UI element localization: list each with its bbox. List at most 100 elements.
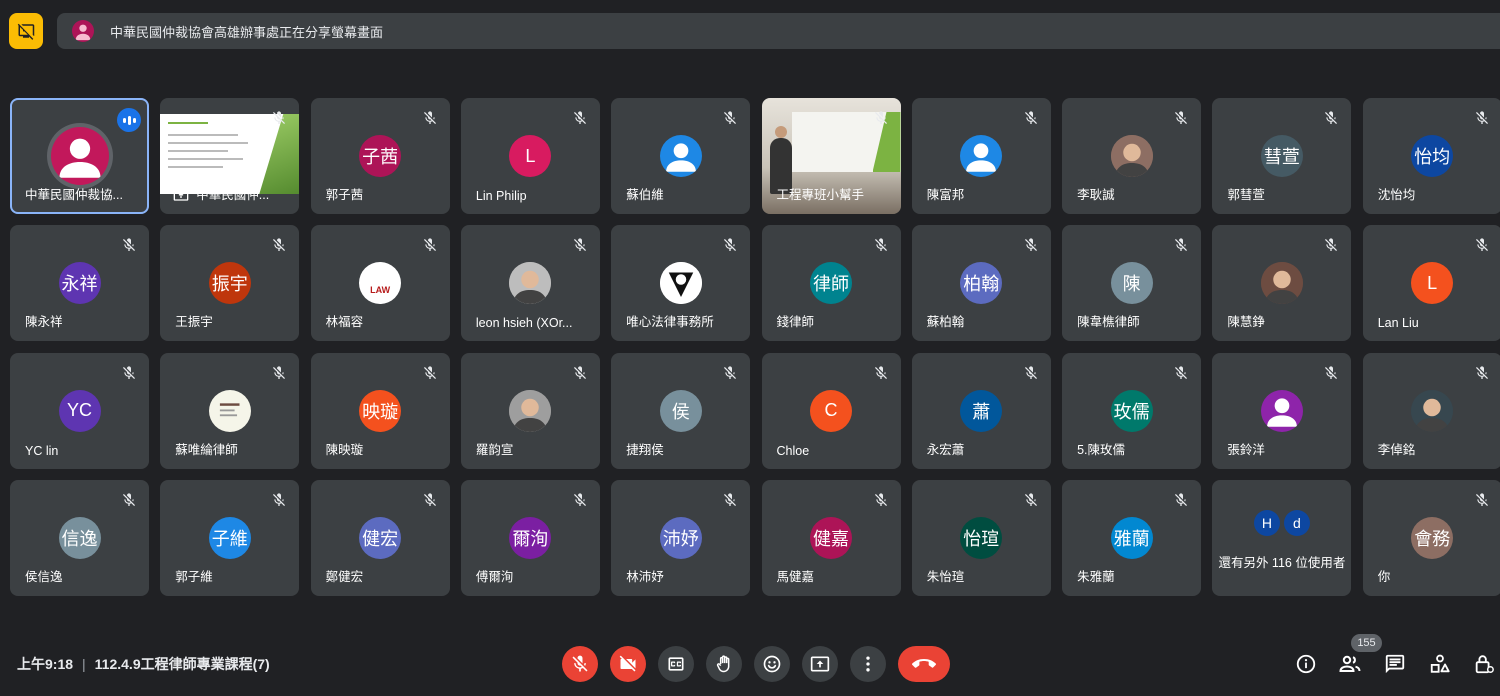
participant-tile[interactable]: 羅韵宣 [460,352,600,469]
presentation-banner: 中華民國仲裁協會高雄辦事處正在分享螢幕畫面 [57,13,1500,49]
participant-tile[interactable]: 爾洵 傅爾洵 [460,479,600,596]
participant-tile[interactable]: 信逸 侯信逸 [10,479,149,596]
participant-name: 永宏蕭 [926,442,965,457]
host-controls-button[interactable] [1472,652,1496,676]
meeting-info-button[interactable] [1294,652,1318,676]
participant-name: 陳慧錚 [1227,315,1265,330]
participant-tile[interactable]: 子維 郭子維 [160,479,300,596]
more-participants-tile[interactable]: Hd 還有另外 116 位使用者 [1212,479,1352,596]
participant-tile[interactable]: 振宇 王振宇 [160,225,300,342]
avatar [208,389,251,432]
participant-tile[interactable]: 怡瑄 朱怡瑄 [911,479,1051,596]
avatar [1260,389,1303,432]
people-button[interactable] [1338,652,1362,676]
participant-tile[interactable]: 會務你 [1362,479,1500,596]
meeting-details[interactable]: 上午9:18 | 112.4.9工程律師專業課程(7) [17,654,270,674]
avatar [960,135,1003,177]
participant-tile[interactable]: L Lin Philip [460,98,600,214]
mic-off-icon [422,237,438,253]
avatar [509,262,552,305]
participant-tile[interactable]: 蘇伯維 [611,98,751,214]
avatar: L [509,135,552,177]
mic-off-icon [121,237,137,253]
participant-name: 朱雅蘭 [1077,569,1115,584]
participant-tile[interactable]: 李倬銘 [1362,352,1500,469]
participant-tile[interactable]: 映璇 陳映璇 [310,352,450,469]
participant-count-badge: 155 [1351,634,1382,652]
participant-tile[interactable]: 雅蘭 朱雅蘭 [1062,479,1202,596]
participant-tile[interactable]: 永祥 陳永祥 [10,225,149,342]
avatar: 爾洵 [509,516,552,559]
avatar: 律師 [810,262,852,305]
participant-tile[interactable]: 中華民國仲裁協... [10,98,149,214]
participant-tile[interactable]: 唯心法律事務所 [611,225,751,342]
present-now-button[interactable] [802,646,838,682]
participant-tile[interactable]: 蘇唯綸律師 [160,352,300,469]
participant-tile[interactable]: 陳陳韋樵律師 [1062,225,1202,342]
participant-tile[interactable]: 健宏 鄭健宏 [310,479,450,596]
mic-off-icon [1023,365,1039,381]
more-options-button[interactable] [850,646,886,682]
participant-tile[interactable]: 沛妤 林沛妤 [611,479,751,596]
participant-tile[interactable]: 中華民國仲... [160,98,300,214]
avatar-initials: 永祥 [61,274,98,295]
mic-off-icon [572,492,588,508]
participant-tile[interactable]: leon hsieh (XOr... [460,225,600,342]
avatar-initials: 子茜 [362,147,399,167]
participant-tile[interactable]: 彗萱 郭彗萱 [1212,98,1352,214]
mic-off-icon [572,655,588,672]
camera-toggle-button[interactable] [610,646,646,682]
captions-button[interactable] [658,646,694,682]
participant-name: 李耿誠 [1077,188,1115,202]
participant-tile[interactable]: 侯捷翔侯 [611,352,751,469]
participant-tile[interactable]: LAW 林福容 [310,225,450,342]
info-icon [1296,654,1316,674]
closed-caption-icon [668,657,684,671]
mic-toggle-button[interactable] [562,646,598,682]
participant-name: 中華民國仲... [196,188,270,202]
participant-grid: 中華民國仲裁協... 中華民國仲... 子茜 郭子茜 L Lin Philip 蘇伯維 工程專… [10,98,1500,596]
present-screen-icon [810,656,830,672]
presentation-icon [173,189,189,201]
activities-icon [1430,654,1450,673]
leave-call-button[interactable] [898,646,950,682]
participant-tile[interactable]: 李耿誠 [1062,98,1202,214]
people-icon [1339,655,1361,672]
participant-tile[interactable]: L Lan Liu [1362,225,1500,342]
reactions-button[interactable] [754,646,790,682]
videocam-off-icon [619,655,636,672]
mic-off-icon [1173,237,1189,253]
avatar: 健宏 [359,516,402,559]
avatar-initials: 健嘉 [813,528,849,549]
presenter-avatar [72,20,94,42]
avatar: 怡均 [1411,135,1454,177]
avatar [659,135,702,177]
more-avatar: d [1283,509,1310,536]
participant-name: 林福容 [325,315,364,330]
chat-button[interactable] [1383,652,1407,676]
participant-tile[interactable]: 子茜 郭子茜 [310,98,450,214]
participant-tile[interactable]: 張鈴洋 [1212,352,1352,469]
participant-tile[interactable]: 健嘉 馬健嘉 [761,479,901,596]
avatar-initials: L [1427,272,1438,293]
participant-tile[interactable]: 怡均 沈怡均 [1362,98,1500,214]
participant-tile[interactable]: 陳富邦 [911,98,1051,214]
mic-off-icon [422,365,438,381]
participant-tile[interactable]: 柏翰 蘇柏翰 [911,225,1051,342]
participant-tile[interactable]: 律師 錢律師 [761,225,901,342]
raise-hand-button[interactable] [706,646,742,682]
participant-tile[interactable]: 陳慧錚 [1212,225,1352,342]
participant-name: 郭彗萱 [1227,188,1265,202]
activities-button[interactable] [1428,652,1452,676]
avatar: 侯 [659,389,702,432]
participant-tile[interactable]: 玫儒 5.陳玫儒 [1062,352,1202,469]
avatar: 怡瑄 [960,516,1003,559]
avatar: 會務 [1411,516,1454,559]
participant-name: 李倬銘 [1377,442,1416,457]
participant-tile[interactable]: 工程專班小幫手 [761,98,901,214]
presentation-off-icon[interactable] [9,13,43,49]
participant-tile[interactable]: 蕭永宏蕭 [911,352,1051,469]
participant-tile[interactable]: YC YC lin [10,352,149,469]
participant-tile[interactable]: C Chloe [761,352,901,469]
raise-hand-icon [716,655,730,673]
